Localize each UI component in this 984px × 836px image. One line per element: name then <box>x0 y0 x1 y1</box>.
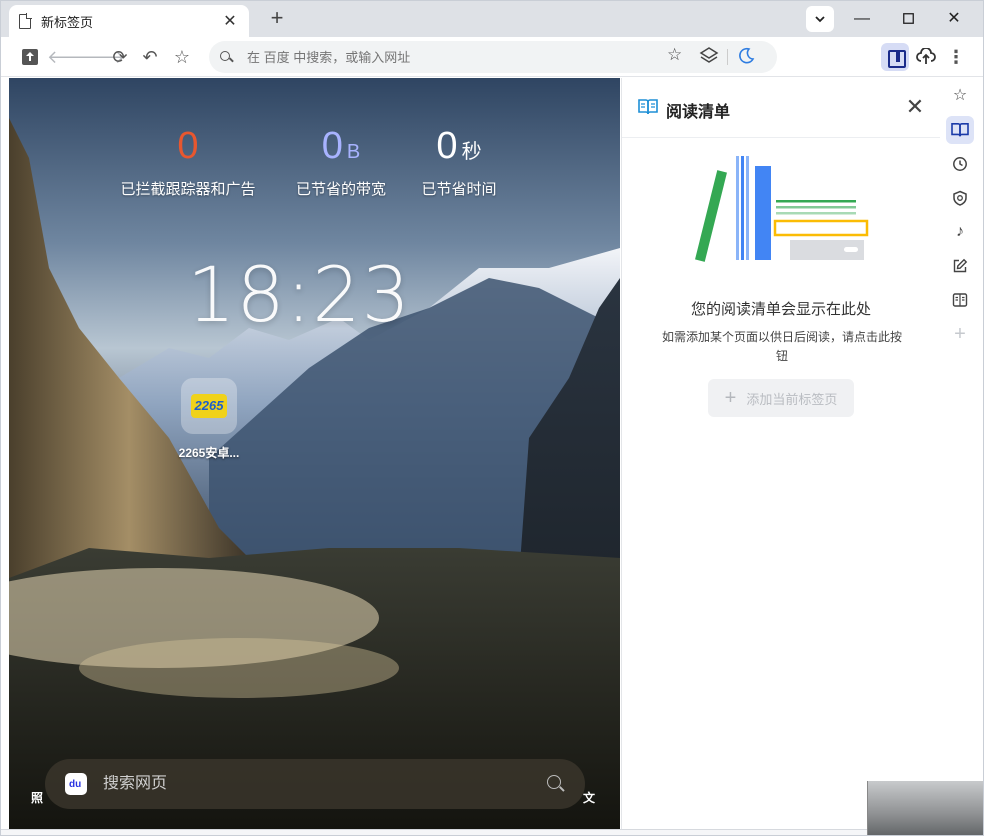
baidu-logo-icon[interactable] <box>65 773 87 795</box>
empty-state-description: 如需添加某个页面以供日后阅读，请点击此按钮 <box>662 330 903 363</box>
shortcut-icon-tile[interactable]: 2265 <box>181 378 237 434</box>
search-icon[interactable] <box>547 775 565 793</box>
shield-icon <box>953 190 967 206</box>
rail-notes-button[interactable] <box>946 252 974 280</box>
moon-icon[interactable] <box>737 47 755 65</box>
reading-list-panel: 阅读清单 ✕ 您的阅读清单会显示在此处 如需添加某个页面以供日后阅读，请点击此按… <box>621 78 940 829</box>
maximize-icon <box>902 13 914 24</box>
shortcut-tile[interactable]: 2265 2265安卓... <box>171 378 247 461</box>
empty-state-title: 您的阅读清单会显示在此处 <box>690 301 871 318</box>
plus-icon: + <box>954 323 966 345</box>
star-icon: ☆ <box>952 87 968 104</box>
rail-reading-list-button[interactable] <box>946 116 974 144</box>
chevron-down-icon <box>815 16 825 23</box>
reading-list-icon <box>638 99 658 115</box>
stat-blocked: 0 已拦截跟踪器和广告 <box>113 124 263 199</box>
rail-history-button[interactable] <box>946 150 974 178</box>
reading-list-icon <box>951 122 969 137</box>
undo-button[interactable]: ↶ <box>137 44 163 70</box>
side-rail: ☆ ♪ + <box>940 78 983 829</box>
rail-music-button[interactable]: ♪ <box>946 218 974 246</box>
tab-new-tab[interactable]: 新标签页 ✕ <box>9 5 249 37</box>
forward-button[interactable]: 🡒 <box>77 44 125 70</box>
corner-text[interactable]: 文 <box>583 789 595 806</box>
edit-icon <box>953 258 968 273</box>
new-tab-page: 0 已拦截跟踪器和广告 0B 已节省的带宽 0秒 已节省时间 18:23 226… <box>9 78 620 829</box>
maximize-button[interactable] <box>885 1 931 37</box>
clock: 18:23 <box>186 250 412 339</box>
history-icon <box>953 157 967 171</box>
time-unit: 秒 <box>461 141 482 163</box>
taskbar-strip <box>1 829 983 835</box>
divider <box>727 49 728 65</box>
web-search-input[interactable] <box>103 775 547 793</box>
stat-time: 0秒 已节省时间 <box>411 124 507 199</box>
tab-search-button[interactable] <box>806 6 834 32</box>
empty-bookshelf-illustration <box>695 156 869 262</box>
bandwidth-unit: B <box>346 141 361 163</box>
side-panel-toggle-button[interactable] <box>881 43 909 71</box>
stat-bandwidth: 0B 已节省的带宽 <box>281 124 401 199</box>
time-count: 0 <box>436 125 458 167</box>
cloud-upload-button[interactable] <box>913 44 939 70</box>
back-button[interactable]: 🡐 <box>47 44 95 70</box>
upload-button[interactable] <box>17 44 43 70</box>
reload-button[interactable]: ⟳ <box>107 44 133 70</box>
panel-close-icon[interactable]: ✕ <box>904 94 926 120</box>
add-current-tab-label: 添加当前标签页 <box>746 391 838 407</box>
bookmark-star-icon[interactable]: ☆ <box>667 45 682 65</box>
background-window-thumbnail <box>867 781 983 835</box>
plus-icon: + <box>724 387 737 409</box>
rail-shield-button[interactable] <box>946 184 974 212</box>
photo-credit-text[interactable]: 照 <box>31 789 43 806</box>
panel-title: 阅读清单 <box>666 104 731 121</box>
menu-button[interactable]: ⋮ <box>943 44 969 70</box>
browser-window: 新标签页 ✕ + — ✕ 🡐 🡒 ⟳ ↶ ☆ ☆ <box>0 0 984 836</box>
cloud-upload-icon <box>916 47 936 64</box>
shortcut-logo: 2265 <box>191 394 227 418</box>
document-icon <box>19 13 32 29</box>
new-tab-button[interactable]: + <box>265 7 289 31</box>
home-star-button[interactable]: ☆ <box>169 44 195 70</box>
panel-header: 阅读清单 ✕ <box>622 78 940 138</box>
tab-close-icon[interactable]: ✕ <box>221 11 239 31</box>
tab-title: 新标签页 <box>41 14 94 30</box>
close-window-button[interactable]: ✕ <box>931 1 977 37</box>
time-label: 已节省时间 <box>421 181 497 198</box>
music-note-icon: ♪ <box>956 223 964 240</box>
blocked-count: 0 <box>177 125 199 167</box>
web-search-bar[interactable] <box>45 759 585 809</box>
shortcut-name: 2265安卓... <box>178 446 240 460</box>
upload-icon <box>22 49 38 65</box>
toolbar: 🡐 🡒 ⟳ ↶ ☆ ☆ ⋮ <box>1 37 983 77</box>
rail-add-button[interactable]: + <box>946 320 974 348</box>
book-icon <box>952 293 968 307</box>
extension-layers-icon[interactable] <box>699 46 719 66</box>
address-bar[interactable]: ☆ <box>209 41 777 73</box>
minimize-button[interactable]: — <box>839 1 885 37</box>
search-icon <box>219 50 233 64</box>
bandwidth-label: 已节省的带宽 <box>295 181 386 198</box>
rail-bookmarks-button[interactable]: ☆ <box>946 82 974 110</box>
rail-reader-button[interactable] <box>946 286 974 314</box>
tab-bar: 新标签页 ✕ + — ✕ <box>1 1 983 37</box>
bandwidth-count: 0 <box>321 125 343 167</box>
address-input[interactable] <box>247 49 647 65</box>
add-current-tab-button[interactable]: + 添加当前标签页 <box>708 379 854 417</box>
blocked-label: 已拦截跟踪器和广告 <box>120 181 256 198</box>
